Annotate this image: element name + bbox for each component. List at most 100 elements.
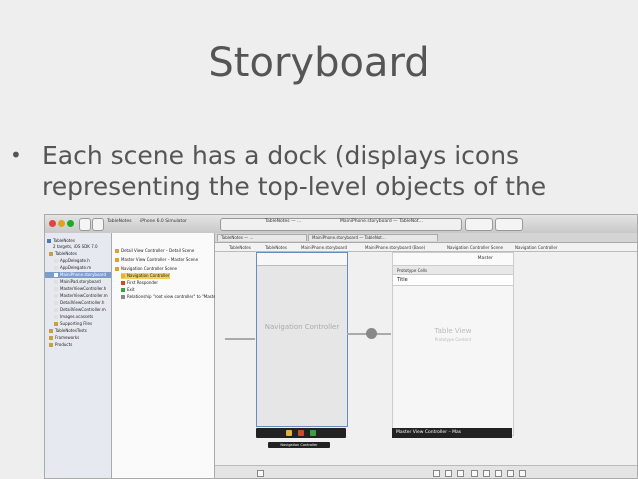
- nav-item-label: AppDelegate.h: [60, 258, 90, 263]
- initial-scene-arrow: [225, 338, 255, 340]
- navigation-controller-scene[interactable]: Navigation Controller: [256, 252, 348, 427]
- nav-item[interactable]: MainiPad.storyboard: [54, 279, 101, 285]
- nav-item-label: 2 targets, iOS SDK 7.0: [53, 244, 98, 249]
- outline-item-label: Relationship "root view controller" to "…: [127, 294, 220, 299]
- nav-item-label: Images.xcassets: [60, 314, 94, 319]
- nav-item[interactable]: TableNotesTests: [49, 328, 87, 334]
- first-responder-icon[interactable]: [298, 430, 304, 436]
- nav-item: 2 targets, iOS SDK 7.0: [53, 244, 98, 250]
- breadcrumb-item[interactable]: TableNotes: [265, 245, 287, 250]
- run-button[interactable]: [79, 218, 91, 231]
- nav-item-label: DetailViewController.h: [60, 300, 105, 305]
- breadcrumb-item[interactable]: MainiPhone.storyboard: [301, 245, 347, 250]
- nav-item-label: Supporting Files: [60, 321, 93, 326]
- scheme-selector[interactable]: TableNotes: [107, 219, 132, 224]
- exit-icon[interactable]: [310, 430, 316, 436]
- nav-item-label: MasterViewController.m: [60, 293, 108, 298]
- scene-dock[interactable]: [256, 428, 346, 438]
- zoom-reset-button[interactable]: [445, 470, 452, 477]
- outline-item[interactable]: Detail View Controller – Detail Scene: [115, 248, 194, 254]
- storyboard-canvas[interactable]: Navigation Controller Navigation Control…: [215, 252, 637, 478]
- stop-button[interactable]: [92, 218, 104, 231]
- outline-item-label: Navigation Controller Scene: [121, 266, 177, 271]
- breadcrumb: TableNotes TableNotes MainiPhone.storybo…: [215, 243, 637, 252]
- nav-item[interactable]: Supporting Files: [54, 321, 92, 327]
- nav-item[interactable]: TableNotes: [49, 251, 77, 257]
- nav-item[interactable]: MasterViewController.m: [54, 293, 108, 299]
- xcode-toolbar: TableNotes iPhone 6.0 Simulator TableNot…: [45, 215, 637, 234]
- nav-item[interactable]: Products: [49, 342, 72, 348]
- nav-item[interactable]: Images.xcassets: [54, 314, 93, 320]
- close-window-icon[interactable]: [49, 220, 56, 227]
- nav-item[interactable]: AppDelegate.m: [54, 265, 91, 271]
- outline-item-label: Navigation Controller: [127, 273, 170, 278]
- nav-item[interactable]: MasterViewController.h: [54, 286, 106, 292]
- outline-item-label: Exit: [127, 287, 135, 292]
- zoom-window-icon[interactable]: [67, 220, 74, 227]
- breadcrumb-item[interactable]: Navigation Controller Scene: [447, 245, 503, 250]
- outline-item[interactable]: Master View Controller – Master Scene: [115, 257, 198, 263]
- bullet-text: Each scene has a dock (displays icons re…: [42, 141, 547, 201]
- resolve-button[interactable]: [495, 470, 502, 477]
- nav-item-label: MasterViewController.h: [60, 286, 107, 291]
- nav-item[interactable]: DetailViewController.m: [54, 307, 106, 313]
- master-nav-bar: Master: [393, 253, 513, 266]
- table-view-label: Table View: [434, 327, 472, 335]
- resize-button[interactable]: [507, 470, 514, 477]
- document-outline: Detail View Controller – Detail Scene Ma…: [112, 233, 220, 478]
- destination-selector[interactable]: iPhone 6.0 Simulator: [140, 219, 187, 224]
- breadcrumb-item[interactable]: Navigation Controller: [515, 245, 558, 250]
- master-nav-title: Master: [477, 256, 493, 261]
- navigation-bar: [257, 253, 347, 266]
- scene-label: Navigation Controller: [264, 323, 340, 331]
- nav-item-label: MainiPad.storyboard: [60, 279, 101, 284]
- nav-item-label: TableNotes: [53, 238, 75, 243]
- window-tab-1[interactable]: TableNotes — ...: [265, 219, 301, 224]
- navigation-controller-icon[interactable]: [286, 430, 292, 436]
- pin-button[interactable]: [483, 470, 490, 477]
- prototype-cells-label: Prototype Cells: [397, 268, 428, 273]
- nav-item[interactable]: DetailViewController.h: [54, 300, 104, 306]
- master-dock-label: Master View Controller – Mas: [396, 430, 462, 435]
- outline-item[interactable]: Relationship "root view controller" to "…: [121, 294, 220, 300]
- nav-item-label: Products: [55, 342, 73, 347]
- outline-item[interactable]: First Responder: [121, 280, 158, 286]
- breadcrumb-item[interactable]: TableNotes: [229, 245, 251, 250]
- align-button[interactable]: [471, 470, 478, 477]
- dock-tooltip: Navigation Controller: [268, 442, 330, 448]
- prototype-cell[interactable]: Title: [393, 275, 513, 286]
- outline-item-selected[interactable]: Navigation Controller: [121, 273, 170, 279]
- nav-item-label: Frameworks: [55, 335, 80, 340]
- editor-tab[interactable]: MainiPhone.storyboard — TableNot...: [308, 234, 438, 241]
- minimize-window-icon[interactable]: [58, 220, 65, 227]
- nav-item[interactable]: AppDelegate.h: [54, 258, 90, 264]
- editor-mode-button[interactable]: [465, 218, 493, 231]
- prototype-cells-header: Prototype Cells: [393, 266, 513, 275]
- zoom-in-button[interactable]: [457, 470, 464, 477]
- project-navigator: TableNotes 2 targets, iOS SDK 7.0 TableN…: [45, 233, 112, 478]
- bullet-marker: •: [10, 143, 22, 167]
- outline-item[interactable]: Exit: [121, 287, 135, 293]
- master-scene-dock[interactable]: Master View Controller – Mas: [392, 428, 512, 438]
- zoom-out-button[interactable]: [433, 470, 440, 477]
- nav-item-label: TableNotes: [55, 251, 77, 256]
- segue-icon[interactable]: [366, 328, 377, 339]
- nav-item-label: MainiPhone.storyboard: [60, 272, 106, 277]
- nav-item-label: TableNotesTests: [55, 328, 87, 333]
- nav-item-selected[interactable]: MainiPhone.storyboard: [45, 272, 111, 278]
- window-tab-2[interactable]: MainiPhone.storyboard — TableNot...: [340, 219, 423, 224]
- table-view-sublabel: Prototype Content: [434, 337, 472, 342]
- nav-item-label: DetailViewController.m: [60, 307, 106, 312]
- editor-tab-bar: TableNotes — ... MainiPhone.storyboard —…: [215, 233, 637, 243]
- outline-toggle-button[interactable]: [257, 470, 264, 477]
- master-view-controller-scene[interactable]: Master Prototype Cells Title Table View …: [392, 252, 514, 436]
- layout-button[interactable]: [519, 470, 526, 477]
- canvas-bottom-bar: [215, 465, 637, 478]
- outline-item[interactable]: Navigation Controller Scene: [115, 266, 177, 272]
- editor-tab[interactable]: TableNotes — ...: [217, 234, 307, 241]
- outline-item-label: Detail View Controller – Detail Scene: [121, 248, 195, 253]
- nav-item[interactable]: Frameworks: [49, 335, 79, 341]
- view-toggle-button[interactable]: [495, 218, 523, 231]
- xcode-screenshot: TableNotes iPhone 6.0 Simulator TableNot…: [44, 214, 638, 479]
- breadcrumb-item[interactable]: MainiPhone.storyboard (Base): [365, 245, 425, 250]
